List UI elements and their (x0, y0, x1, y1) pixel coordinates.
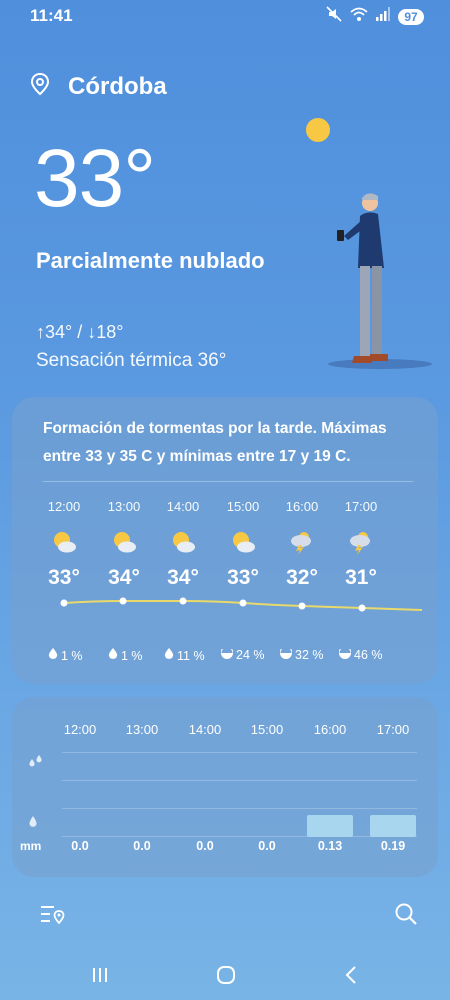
rain-hour: 16:00 (313, 722, 347, 737)
status-bar: 11:41 97 (0, 0, 450, 32)
precipitation-value: 46 % (354, 648, 383, 662)
rain-amount: 0.0 (133, 839, 151, 853)
rain-amount: 0.0 (258, 839, 276, 853)
hour-temperature: 34° (167, 566, 199, 589)
rain-amount: 0.0 (196, 839, 214, 853)
thunderstorm-icon (272, 522, 332, 562)
hour-time: 13:00 (107, 499, 141, 514)
partly-sunny-icon (94, 522, 154, 562)
precipitation-value: 24 % (236, 648, 265, 662)
hour-time: 12:00 (47, 499, 81, 514)
partly-sunny-icon (153, 522, 213, 562)
rain-amount: 0.19 (380, 839, 406, 853)
hour-column: 14:00 34° (153, 499, 213, 590)
grid-line (62, 836, 417, 837)
weather-condition: Parcialmente nublado (36, 248, 265, 273)
precipitation-chance: 1 % (48, 648, 83, 663)
rain-amount: 0.0 (71, 839, 89, 853)
hour-temperature: 32° (286, 566, 318, 589)
hourly-forecast-card[interactable]: Formación de tormentas por la tarde. Máx… (12, 397, 438, 684)
hour-column: 15:00 33° (213, 499, 273, 590)
wifi-icon (350, 6, 368, 27)
rain-hour: 14:00 (188, 722, 222, 737)
half-drop-icon (338, 646, 352, 662)
rain-amount-bar (307, 815, 353, 837)
partly-sunny-icon (34, 522, 94, 562)
location-row[interactable]: Córdoba (30, 72, 167, 101)
high-low-temperature: ↑34° / ↓18° (36, 322, 124, 342)
unit-label: mm (20, 839, 42, 853)
hour-column: 12:00 33° (34, 499, 94, 590)
rain-amount: 0.13 (317, 839, 343, 853)
back-icon[interactable] (343, 965, 359, 990)
precipitation-value: 11 % (177, 648, 205, 663)
status-time: 11:41 (30, 6, 73, 25)
temperature-point (239, 599, 247, 607)
home-icon[interactable] (216, 965, 236, 990)
partly-sunny-icon (213, 522, 273, 562)
grid-line (62, 752, 417, 753)
city-name: Córdoba (68, 72, 167, 100)
recent-apps-icon[interactable] (91, 966, 109, 989)
temperature-point (358, 604, 366, 612)
system-navigation-bar (0, 960, 450, 1000)
precipitation-chance: 32 % (279, 646, 324, 662)
hour-time: 16:00 (285, 499, 319, 514)
weather-illustration (296, 108, 436, 378)
half-drop-icon (279, 646, 293, 662)
rain-hour: 17:00 (376, 722, 410, 737)
signal-icon (376, 7, 390, 26)
grid-line (62, 780, 417, 781)
temperature-point (60, 599, 68, 607)
drop-icon (48, 648, 58, 663)
precipitation-amount-card[interactable]: 12:00 13:00 14:00 15:00 16:00 17:00 mm 0… (12, 697, 438, 877)
heavy-rain-icon (28, 755, 44, 776)
location-list-icon[interactable] (40, 902, 66, 931)
location-pin-icon (30, 72, 50, 101)
search-icon[interactable] (394, 902, 418, 931)
rain-hour: 13:00 (125, 722, 159, 737)
precipitation-chance: 24 % (220, 646, 265, 662)
precipitation-chance: 11 % (164, 648, 205, 663)
hour-temperature: 31° (345, 566, 377, 589)
divider (43, 481, 413, 482)
rain-hour: 12:00 (63, 722, 97, 737)
temperature-point (298, 602, 306, 610)
forecast-summary: Formación de tormentas por la tarde. Máx… (43, 420, 387, 465)
hour-temperature: 34° (108, 566, 140, 589)
grid-line (62, 808, 417, 809)
hour-column: 16:00 32° (272, 499, 332, 590)
half-drop-icon (220, 646, 234, 662)
mute-icon (326, 6, 342, 27)
precipitation-chance: 1 % (108, 648, 143, 663)
precipitation-chance: 46 % (338, 646, 383, 662)
precipitation-value: 1 % (61, 648, 83, 663)
hour-column: 13:00 34° (94, 499, 154, 590)
bottom-toolbar (0, 900, 450, 930)
feels-like-temperature: Sensación térmica 36° (36, 350, 227, 371)
rain-hour: 15:00 (250, 722, 284, 737)
temperature-point (119, 597, 127, 605)
hour-time: 15:00 (226, 499, 260, 514)
hour-temperature: 33° (48, 566, 80, 589)
thunderstorm-icon (331, 522, 391, 562)
battery-indicator: 97 (398, 8, 424, 25)
drop-icon (164, 648, 174, 663)
temperature-point (179, 597, 187, 605)
hour-time: 17:00 (344, 499, 378, 514)
light-rain-icon (28, 815, 38, 833)
precipitation-value: 32 % (295, 648, 324, 662)
current-temperature: 33° (34, 133, 156, 224)
rain-amount-bar (370, 815, 416, 837)
hour-column: 17:00 31° (331, 499, 391, 590)
drop-icon (108, 648, 118, 663)
hour-time: 14:00 (166, 499, 200, 514)
hour-temperature: 33° (227, 566, 259, 589)
status-icons: 97 (326, 6, 424, 27)
precipitation-value: 1 % (121, 648, 143, 663)
